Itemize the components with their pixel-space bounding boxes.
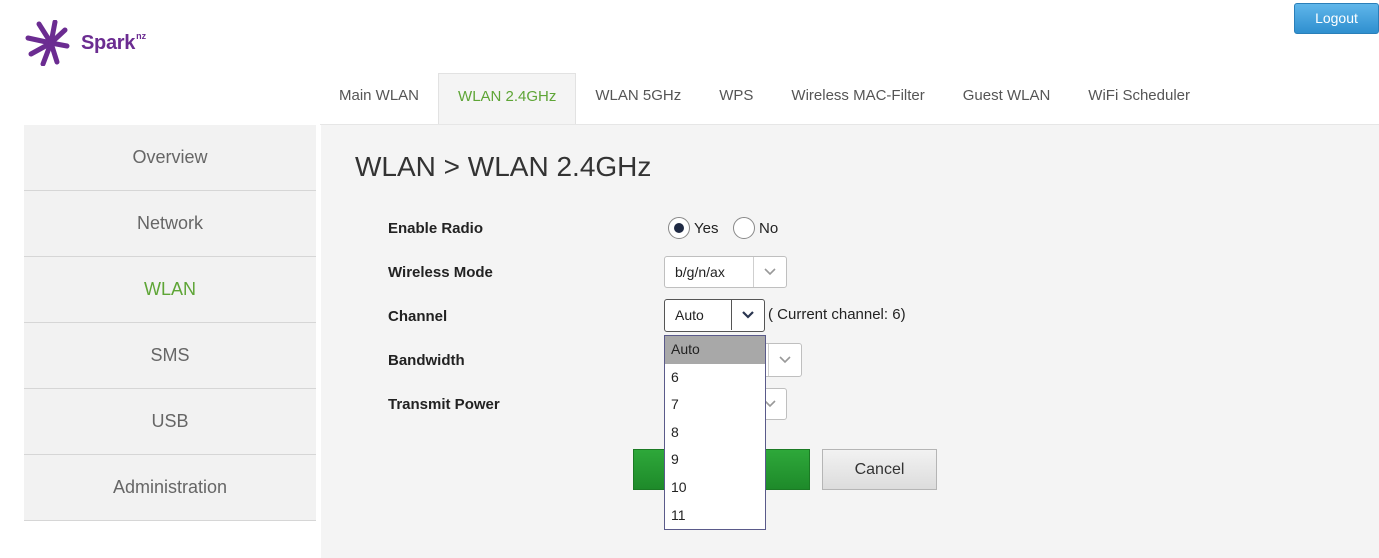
tab-wlan-5ghz[interactable]: WLAN 5GHz: [576, 73, 700, 125]
radio-no-label: No: [759, 219, 779, 237]
logo-text: Spark: [81, 31, 136, 54]
content-panel: WLAN > WLAN 2.4GHz Enable Radio Yes No W…: [321, 125, 1379, 558]
sidebar-item-administration[interactable]: Administration: [24, 455, 316, 521]
channel-option-auto[interactable]: Auto: [665, 336, 765, 364]
channel-option-8[interactable]: 8: [665, 419, 765, 447]
tab-wifi-scheduler[interactable]: WiFi Scheduler: [1069, 73, 1209, 125]
spark-logo: Spark nz: [25, 20, 146, 66]
sidebar-item-sms[interactable]: SMS: [24, 323, 316, 389]
wireless-mode-select[interactable]: b/g/n/ax: [664, 256, 787, 288]
radio-yes-button[interactable]: [668, 217, 690, 239]
wlan-tabs: Main WLAN WLAN 2.4GHz WLAN 5GHz WPS Wire…: [320, 73, 1209, 125]
sidebar-item-network[interactable]: Network: [24, 191, 316, 257]
channel-select[interactable]: Auto: [664, 299, 765, 332]
tab-wireless-mac-filter[interactable]: Wireless MAC-Filter: [772, 73, 943, 125]
sidebar-item-usb[interactable]: USB: [24, 389, 316, 455]
bandwidth-label: Bandwidth: [388, 352, 465, 369]
tab-main-wlan[interactable]: Main WLAN: [320, 73, 438, 125]
cancel-button[interactable]: Cancel: [822, 449, 937, 490]
channel-option-11[interactable]: 11: [665, 502, 765, 530]
spark-burst-icon: [25, 20, 70, 66]
chevron-down-icon: [731, 300, 764, 330]
sidebar: Overview Network WLAN SMS USB Administra…: [24, 125, 316, 521]
router-admin-page: Spark nz Logout Main WLAN WLAN 2.4GHz WL…: [0, 0, 1379, 558]
chevron-down-icon: [753, 257, 786, 287]
radio-no-button[interactable]: [733, 217, 755, 239]
channel-option-7[interactable]: 7: [665, 391, 765, 419]
sidebar-item-overview[interactable]: Overview: [24, 125, 316, 191]
page-title: WLAN > WLAN 2.4GHz: [355, 151, 652, 182]
enable-radio-label: Enable Radio: [388, 220, 484, 237]
wireless-mode-label: Wireless Mode: [388, 264, 493, 281]
radio-yes-label: Yes: [694, 219, 719, 237]
radio-no-option[interactable]: No: [733, 217, 778, 239]
channel-option-10[interactable]: 10: [665, 474, 765, 502]
sidebar-item-wlan[interactable]: WLAN: [24, 257, 316, 323]
channel-value: Auto: [675, 307, 704, 323]
logout-button[interactable]: Logout: [1294, 3, 1379, 34]
radio-yes-option[interactable]: Yes: [668, 217, 718, 239]
current-channel-text: ( Current channel: 6): [768, 306, 906, 323]
tab-wps[interactable]: WPS: [700, 73, 772, 125]
chevron-down-icon: [768, 344, 801, 376]
channel-option-9[interactable]: 9: [665, 446, 765, 474]
tab-wlan-2-4ghz[interactable]: WLAN 2.4GHz: [438, 73, 577, 125]
wireless-mode-value: b/g/n/ax: [675, 264, 725, 280]
transmit-power-label: Transmit Power: [388, 396, 500, 413]
logo-superscript: nz: [136, 31, 147, 41]
channel-dropdown-list: Auto 6 7 8 9 10 11: [664, 335, 766, 530]
channel-option-6[interactable]: 6: [665, 364, 765, 392]
channel-label: Channel: [388, 308, 448, 325]
tab-guest-wlan[interactable]: Guest WLAN: [944, 73, 1070, 125]
